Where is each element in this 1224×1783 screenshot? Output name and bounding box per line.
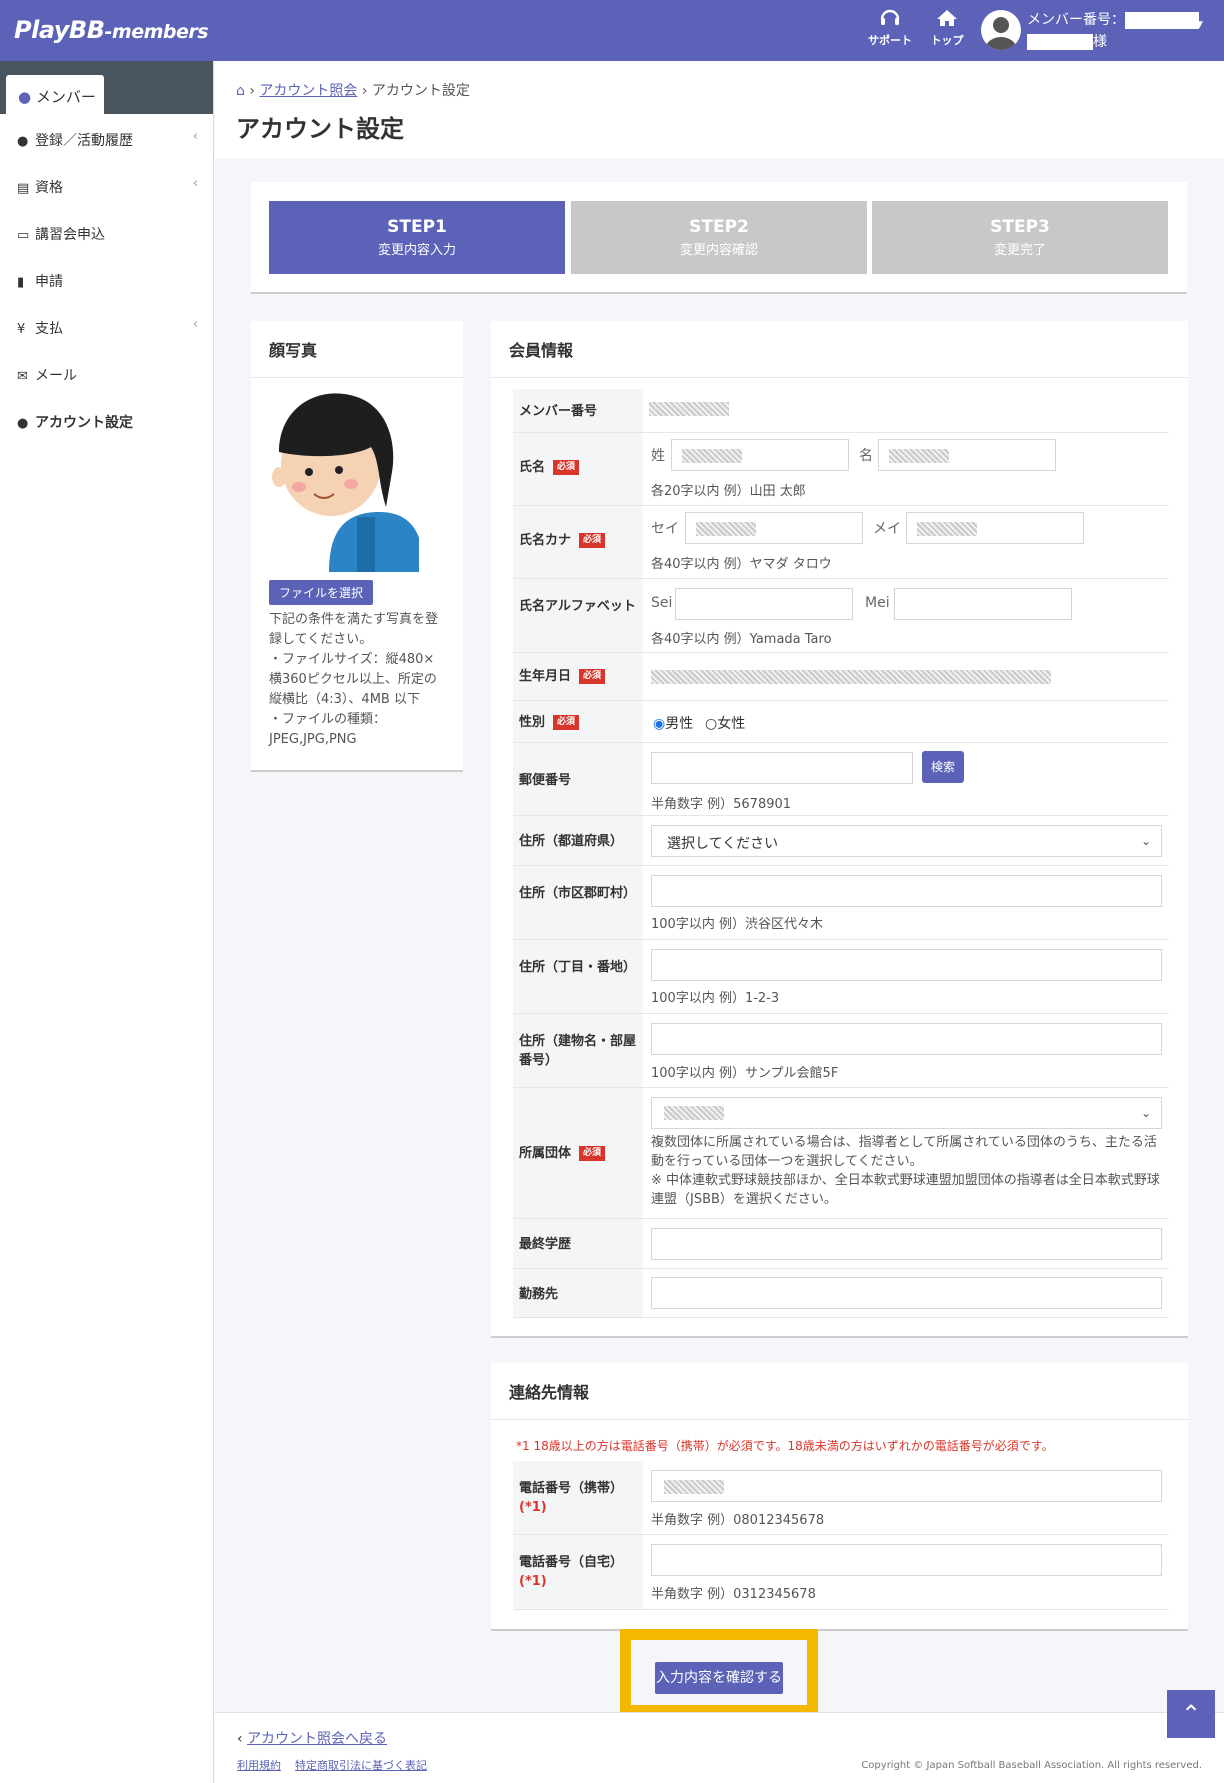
first-name-kana-input[interactable] [906, 512, 1084, 544]
home-phone-input[interactable] [651, 1544, 1162, 1576]
block-input[interactable] [651, 949, 1162, 981]
sidebar-item-qualification[interactable]: ▤ 資格 ‹ [0, 161, 213, 208]
member-number: メンバー番号： 様 [1027, 9, 1199, 53]
sidebar: ● メンバー ● 登録／活動履歴 ‹ ▤ 資格 ‹ ▭ 講習会申込 ▮ 申請 ¥ 支払 ‹ ✉ メ… [0, 61, 214, 1783]
contact-card-title: 連絡先情報 [491, 1363, 1188, 1420]
page-title: アカウント設定 [236, 115, 404, 143]
sidebar-item-history[interactable]: ● 登録／活動履歴 ‹ [0, 114, 213, 161]
envelope-icon: ✉ [17, 369, 28, 384]
last-name-alpha-input[interactable] [675, 588, 853, 620]
user-cog-icon: ● [17, 416, 29, 431]
step-3: STEP3 変更完了 [872, 201, 1168, 274]
file-icon: ▮ [17, 275, 25, 290]
row-block: 住所（丁目・番地） 100字以内 例）1-2-3 [513, 940, 1169, 1014]
city-input[interactable] [651, 875, 1162, 907]
top-nav[interactable]: トップ [919, 8, 975, 48]
user-avatar[interactable] [981, 10, 1021, 50]
sidebar-item-payment[interactable]: ¥ 支払 ‹ [0, 302, 213, 349]
row-alphabet: 氏名アルファベット Sei Mei 各40字以内 例）Yamada Taro [513, 579, 1169, 653]
prefecture-select[interactable]: 選択してください ⌄ [651, 825, 1162, 857]
breadcrumb-link[interactable]: アカウント照会 [259, 83, 357, 99]
chevron-up-icon: ⌃ [1180, 1700, 1202, 1728]
sidebar-tab-member[interactable]: ● メンバー [6, 75, 104, 114]
last-name-input[interactable] [671, 439, 849, 471]
back-link[interactable]: ‹ アカウント照会へ戻る [237, 1728, 387, 1748]
building-input[interactable] [651, 1023, 1162, 1055]
home-icon[interactable]: ⌂ [236, 83, 245, 99]
gender-female-radio[interactable]: ○女性 [705, 713, 745, 733]
step-2: STEP2 変更内容確認 [571, 201, 867, 274]
app-logo[interactable]: PlayBB-members [14, 16, 209, 44]
sidebar-item-account[interactable]: ● アカウント設定 [0, 396, 213, 443]
top-header: PlayBB-members サポート トップ メンバー番号： 様 ▼ [0, 0, 1224, 61]
row-building: 住所（建物名・部屋番号） 100字以内 例）サンプル会館5F [513, 1014, 1169, 1088]
masked-birthdate [651, 670, 1051, 684]
row-birthdate: 生年月日 必須 [513, 653, 1169, 701]
zip-input[interactable] [651, 752, 913, 784]
step-indicator: STEP1 変更内容入力 STEP2 変更内容確認 STEP3 変更完了 [251, 182, 1187, 294]
footer: ‹ アカウント照会へ戻る 利用規約 特定商取引法に基づく表記 Copyright… [215, 1712, 1224, 1783]
commerce-law-link[interactable]: 特定商取引法に基づく表記 [295, 1759, 427, 1772]
education-input[interactable] [651, 1228, 1162, 1260]
sidebar-item-mail[interactable]: ✉ メール [0, 349, 213, 396]
sidebar-item-seminar[interactable]: ▭ 講習会申込 [0, 208, 213, 255]
row-member-no: メンバー番号 [513, 389, 1169, 433]
first-name-alpha-input[interactable] [894, 588, 1072, 620]
first-name-input[interactable] [878, 439, 1056, 471]
last-name-kana-input[interactable] [685, 512, 863, 544]
gender-male-radio[interactable]: ◉男性 [653, 713, 693, 733]
profile-photo [269, 382, 424, 576]
phone-note: *1 18歳以上の方は電話番号（携帯）が必須です。18歳未満の方はいずれかの電話… [516, 1439, 1054, 1453]
row-gender: 性別 必須 ◉男性 ○女性 [513, 701, 1169, 743]
chevron-down-icon: ⌄ [1140, 834, 1151, 848]
sidebar-item-application[interactable]: ▮ 申請 [0, 255, 213, 302]
row-zip: 郵便番号 検索 半角数字 例）5678901 [513, 743, 1169, 816]
confirm-button[interactable]: 入力内容を確認する [655, 1662, 783, 1694]
member-number-value [1125, 11, 1199, 29]
chevron-left-icon: ‹ [192, 176, 198, 191]
row-education: 最終学歴 [513, 1219, 1169, 1269]
zip-search-button[interactable]: 検索 [922, 751, 964, 783]
organization-select[interactable]: ⌄ [651, 1097, 1162, 1129]
choose-file-button[interactable]: ファイルを選択 [269, 580, 374, 605]
masked-member-no [649, 402, 729, 416]
row-city: 住所（市区郡町村） 100字以内 例）渋谷区代々木 [513, 866, 1169, 940]
chalkboard-icon: ▭ [17, 228, 30, 243]
row-prefecture: 住所（都道府県） 選択してください ⌄ [513, 816, 1169, 866]
scroll-top-button[interactable]: ⌃ [1167, 1690, 1215, 1738]
mobile-phone-input[interactable] [651, 1470, 1162, 1502]
row-name: 氏名 必須 姓 名 各20字以内 例）山田 太郎 [513, 433, 1169, 506]
chevron-left-icon: ‹ [192, 317, 198, 332]
row-organization: 所属団体 必須 ⌄ 複数団体に所属されている場合は、指導者として所属されている団体… [513, 1088, 1169, 1219]
row-kana: 氏名カナ 必須 セイ メイ 各40字以内 例）ヤマダ タロウ [513, 506, 1169, 579]
row-mobile: 電話番号（携帯） (*1) 半角数字 例）08012345678 [513, 1461, 1169, 1535]
step-1: STEP1 変更内容入力 [269, 201, 565, 274]
breadcrumb: ⌂ › アカウント照会 › アカウント設定 [236, 83, 470, 99]
row-home: 電話番号（自宅） (*1) 半角数字 例）0312345678 [513, 1535, 1169, 1610]
copyright: Copyright © Japan Softball Baseball Asso… [861, 1760, 1202, 1771]
caret-down-icon[interactable]: ▼ [1196, 20, 1203, 30]
photo-requirements: 下記の条件を満たす写真を登録してください。 ・ファイルサイズ：縦480×横360… [269, 612, 439, 747]
support-nav[interactable]: サポート [862, 8, 918, 48]
member-name-value [1027, 34, 1093, 50]
terms-link[interactable]: 利用規約 [237, 1759, 281, 1772]
chevron-down-icon: ⌄ [1140, 1106, 1151, 1120]
member-info-title: 会員情報 [491, 321, 1188, 378]
user-icon: ● [18, 88, 32, 106]
sidebar-tab-strip: ● メンバー [0, 61, 213, 114]
confirm-highlight: 入力内容を確認する [620, 1629, 818, 1716]
footer-links: 利用規約 特定商取引法に基づく表記 [237, 1757, 427, 1773]
user-icon: ● [17, 134, 29, 149]
row-workplace: 勤務先 [513, 1269, 1169, 1318]
workplace-input[interactable] [651, 1277, 1162, 1309]
chevron-left-icon: ‹ [192, 129, 198, 144]
headset-icon [862, 8, 918, 30]
home-icon [919, 8, 975, 30]
photo-card-title: 顔写真 [251, 321, 463, 378]
yen-icon: ¥ [17, 322, 26, 337]
id-card-icon: ▤ [17, 181, 30, 196]
chevron-left-icon: ‹ [237, 1731, 243, 1747]
